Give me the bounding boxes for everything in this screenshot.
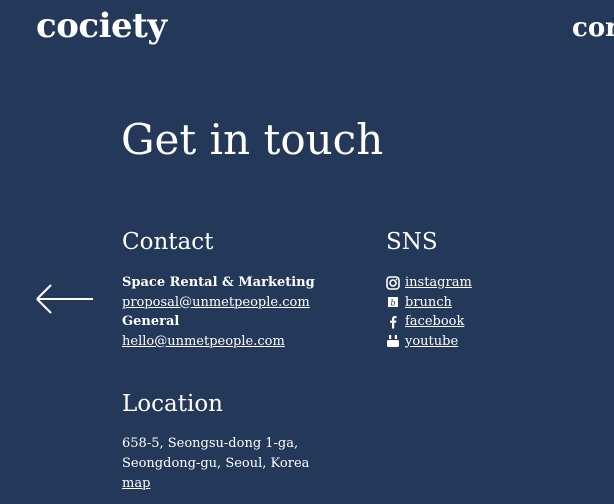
sns-list: instagram b brunch facebook youtube: [386, 273, 472, 351]
sns-item-brunch[interactable]: b brunch: [386, 293, 472, 313]
sns-link-youtube[interactable]: youtube: [405, 332, 458, 352]
contact-heading: Contact: [122, 229, 214, 255]
email-link-hello[interactable]: hello@unmetpeople.com: [122, 332, 315, 352]
address-line-1: 658-5, Seongsu-dong 1-ga,: [122, 436, 299, 451]
page-title: Get in touch: [121, 115, 384, 164]
location-heading: Location: [122, 391, 223, 417]
brunch-icon: b: [386, 295, 400, 309]
site-logo[interactable]: cociety: [36, 4, 167, 48]
address-line-2: Seongdong-gu, Seoul, Korea: [122, 456, 310, 471]
instagram-icon: [386, 275, 400, 290]
sns-item-instagram[interactable]: instagram: [386, 273, 472, 293]
map-link[interactable]: map: [122, 474, 309, 494]
contact-info: Space Rental & Marketing proposal@unmetp…: [122, 273, 315, 351]
sns-heading: SNS: [386, 229, 438, 255]
site-logo-partial[interactable]: cor: [572, 8, 614, 48]
youtube-icon: [386, 334, 400, 348]
sns-item-youtube[interactable]: youtube: [386, 332, 472, 352]
sns-link-facebook[interactable]: facebook: [405, 312, 464, 332]
email-link-proposal[interactable]: proposal@unmetpeople.com: [122, 293, 315, 313]
contact-label-general: General: [122, 314, 180, 329]
location-info: 658-5, Seongsu-dong 1-ga, Seongdong-gu, …: [122, 434, 309, 494]
svg-text:b: b: [390, 299, 395, 308]
page: cociety cor Get in touch Contact Space R…: [0, 0, 614, 504]
facebook-icon: [386, 315, 400, 329]
sns-link-brunch[interactable]: brunch: [405, 293, 452, 313]
sns-link-instagram[interactable]: instagram: [405, 273, 472, 293]
back-arrow-icon[interactable]: [35, 284, 95, 314]
sns-item-facebook[interactable]: facebook: [386, 312, 472, 332]
contact-label-rental: Space Rental & Marketing: [122, 275, 315, 290]
